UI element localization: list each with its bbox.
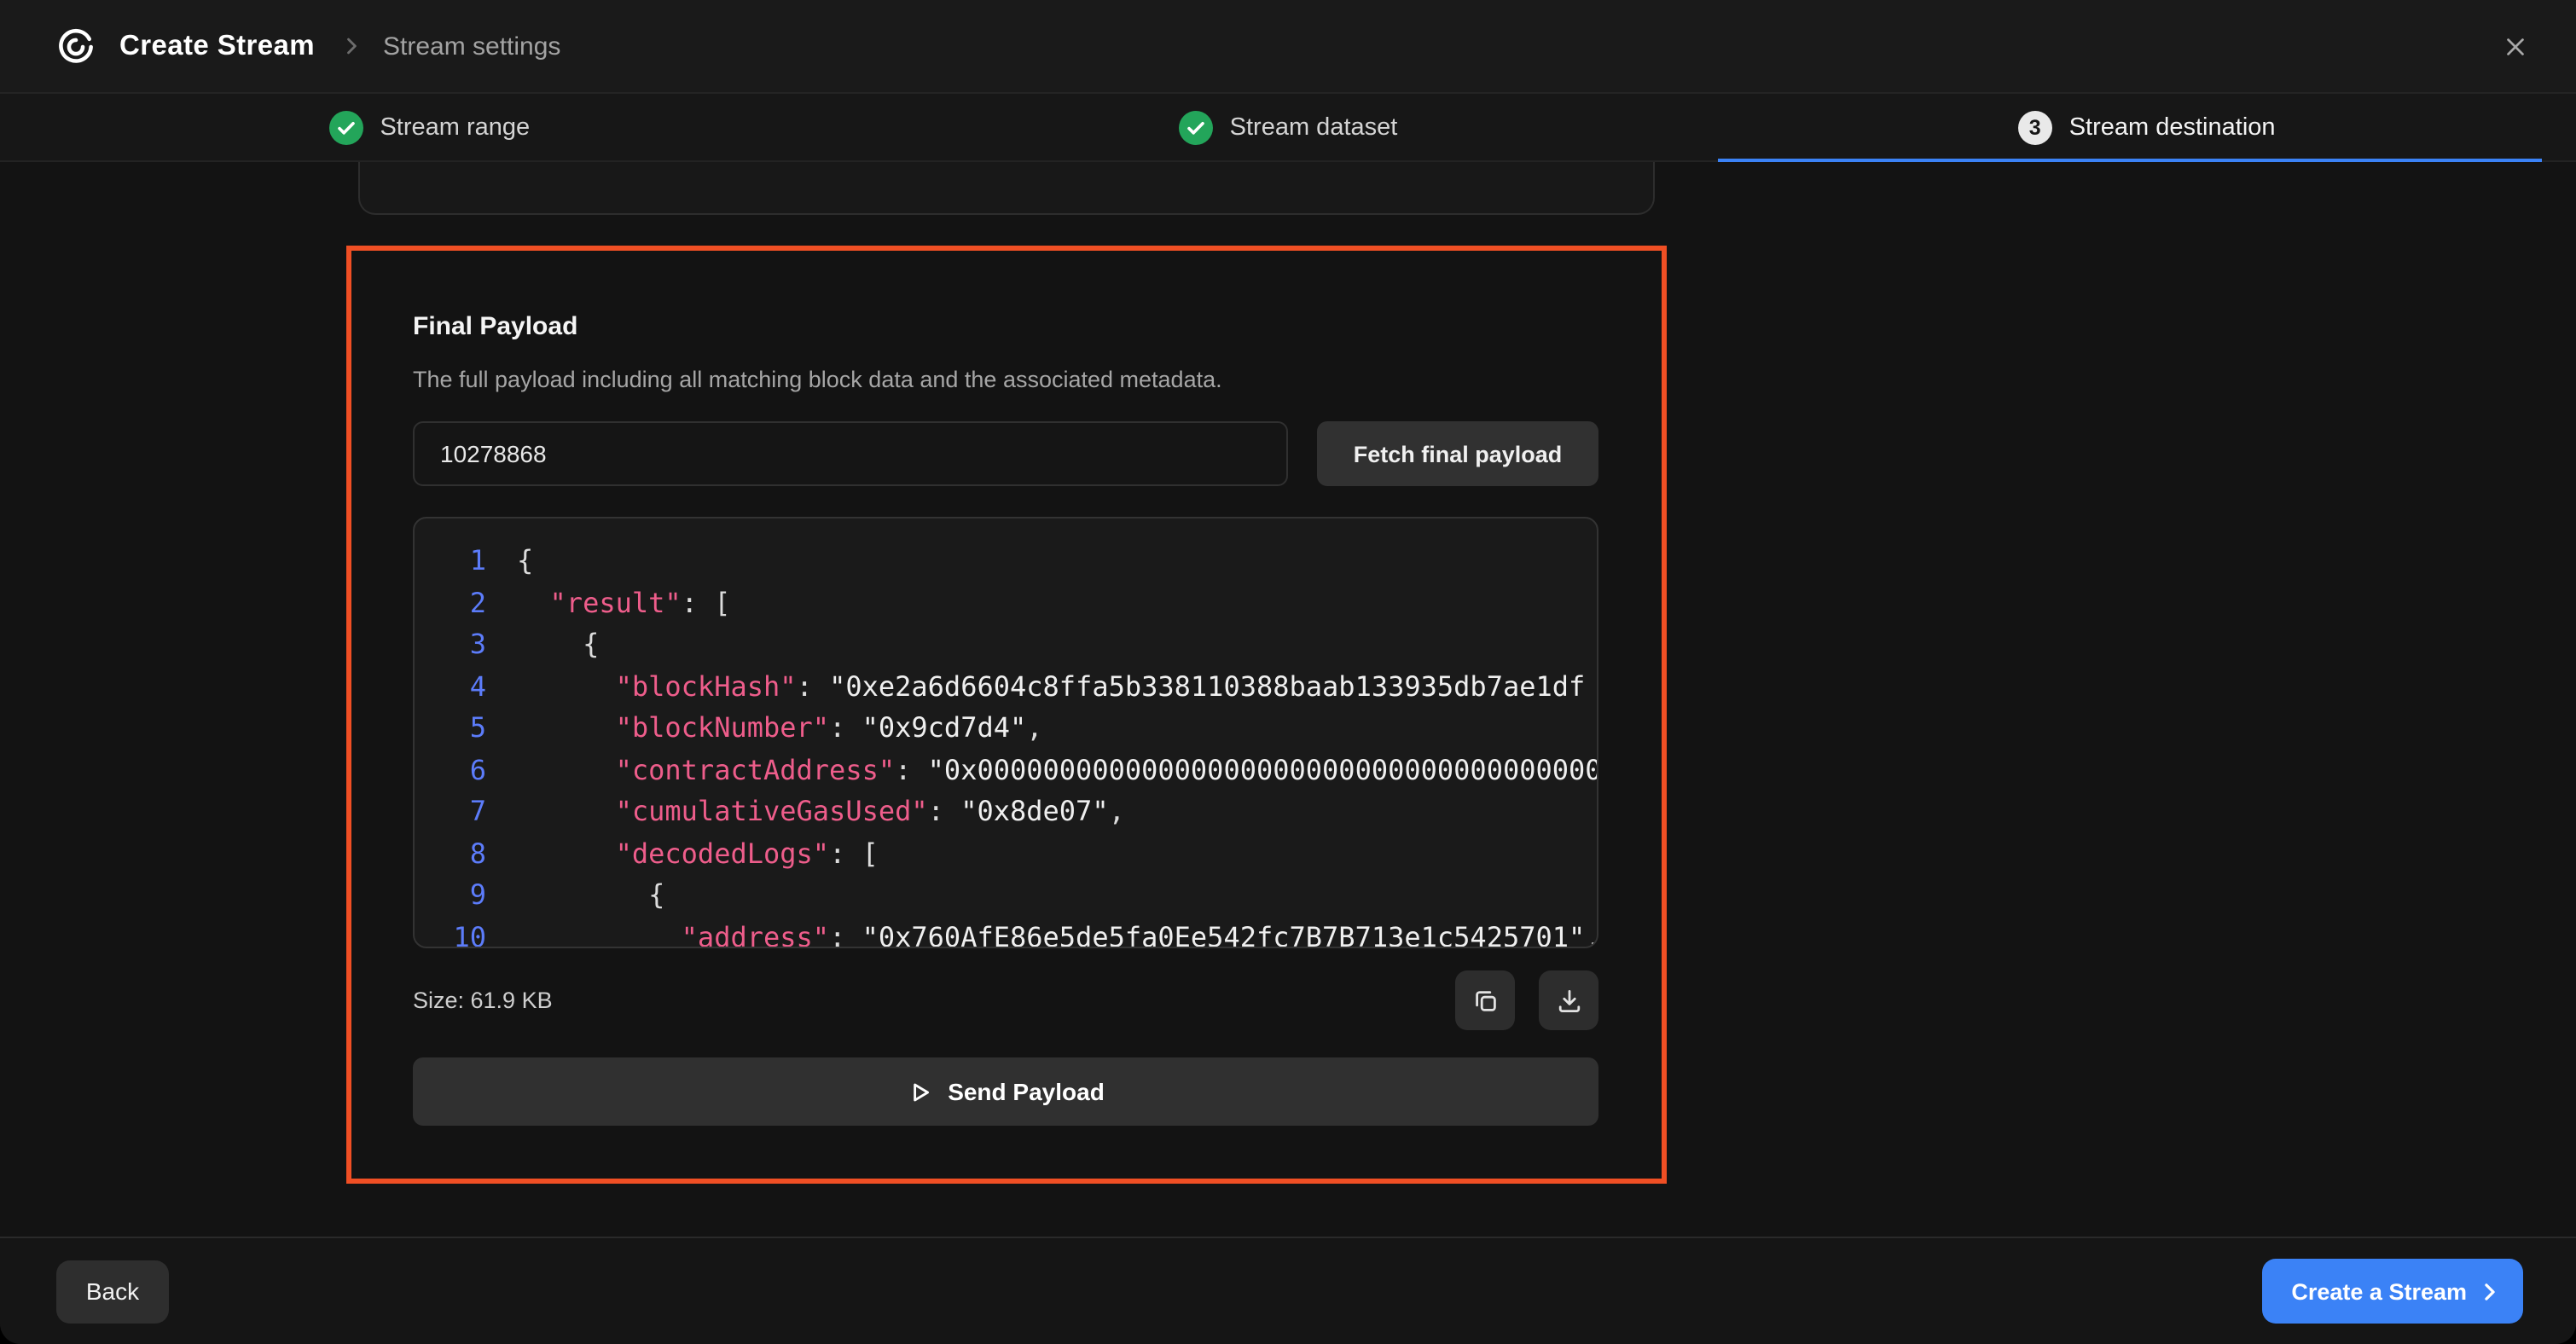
download-button[interactable] — [1539, 970, 1598, 1030]
code-line: 3 { — [442, 624, 1597, 666]
back-button[interactable]: Back — [56, 1260, 169, 1323]
code-line: 9 { — [442, 875, 1597, 917]
check-circle-icon — [1179, 110, 1213, 144]
play-icon — [907, 1079, 932, 1104]
code-line: 10 "address": "0x760AfE86e5de5fa0Ee542fc… — [442, 917, 1597, 948]
payload-input-row: Fetch final payload — [413, 421, 1598, 486]
page-title: Create Stream — [119, 30, 315, 62]
payload-size-label: Size: 61.9 KB — [413, 988, 553, 1013]
close-icon — [2502, 33, 2527, 59]
main-content: Final Payload The full payload including… — [0, 162, 2576, 1237]
step-stream-range[interactable]: Stream range — [0, 94, 859, 160]
code-line: 5 "blockNumber": "0x9cd7d4", — [442, 708, 1597, 750]
code-line: 4 "blockHash": "0xe2a6d6604c8ffa5b338110… — [442, 666, 1597, 708]
check-circle-icon — [328, 110, 363, 144]
copy-button[interactable] — [1455, 970, 1515, 1030]
code-line: 1{ — [442, 541, 1597, 582]
stepper: Stream range Stream dataset 3 Stream des… — [0, 94, 2576, 162]
code-line: 2 "result": [ — [442, 582, 1597, 624]
create-stream-window: Create Stream Stream settings Stream ran… — [0, 0, 2576, 1344]
breadcrumb: Stream settings — [383, 32, 560, 61]
step-number-badge: 3 — [2018, 110, 2052, 144]
section-description: The full payload including all matching … — [413, 365, 1598, 394]
final-payload-annotation-box: Final Payload The full payload including… — [346, 246, 1667, 1184]
quicknode-logo-icon — [55, 26, 96, 67]
footer: Back Create a Stream — [0, 1237, 2576, 1344]
create-stream-button[interactable]: Create a Stream — [2262, 1259, 2523, 1324]
code-line: 6 "contractAddress": "0x0000000000000000… — [442, 750, 1597, 791]
fetch-final-payload-button[interactable]: Fetch final payload — [1317, 421, 1598, 486]
block-number-input[interactable] — [413, 421, 1288, 486]
create-stream-label: Create a Stream — [2291, 1278, 2467, 1304]
step-label: Stream destination — [2069, 113, 2276, 141]
code-line: 8 "decodedLogs": [ — [442, 833, 1597, 875]
payload-size-row: Size: 61.9 KB — [413, 970, 1598, 1030]
previous-section-card — [358, 162, 1655, 215]
download-icon — [1555, 987, 1582, 1014]
send-payload-label: Send Payload — [948, 1078, 1105, 1105]
section-title: Final Payload — [413, 312, 1598, 341]
step-label: Stream range — [380, 113, 530, 141]
close-button[interactable] — [2487, 19, 2542, 73]
copy-icon — [1471, 987, 1499, 1014]
step-stream-dataset[interactable]: Stream dataset — [859, 94, 1718, 160]
breadcrumb-chevron-icon — [339, 34, 363, 58]
header: Create Stream Stream settings — [0, 0, 2576, 94]
step-label: Stream dataset — [1230, 113, 1398, 141]
payload-code-block[interactable]: 1{2 "result": [3 {4 "blockHash": "0xe2a6… — [413, 517, 1598, 948]
code-line: 7 "cumulativeGasUsed": "0x8de07", — [442, 791, 1597, 833]
chevron-right-icon — [2479, 1280, 2501, 1302]
send-payload-button[interactable]: Send Payload — [413, 1057, 1598, 1126]
step-stream-destination[interactable]: 3 Stream destination — [1717, 94, 2576, 160]
